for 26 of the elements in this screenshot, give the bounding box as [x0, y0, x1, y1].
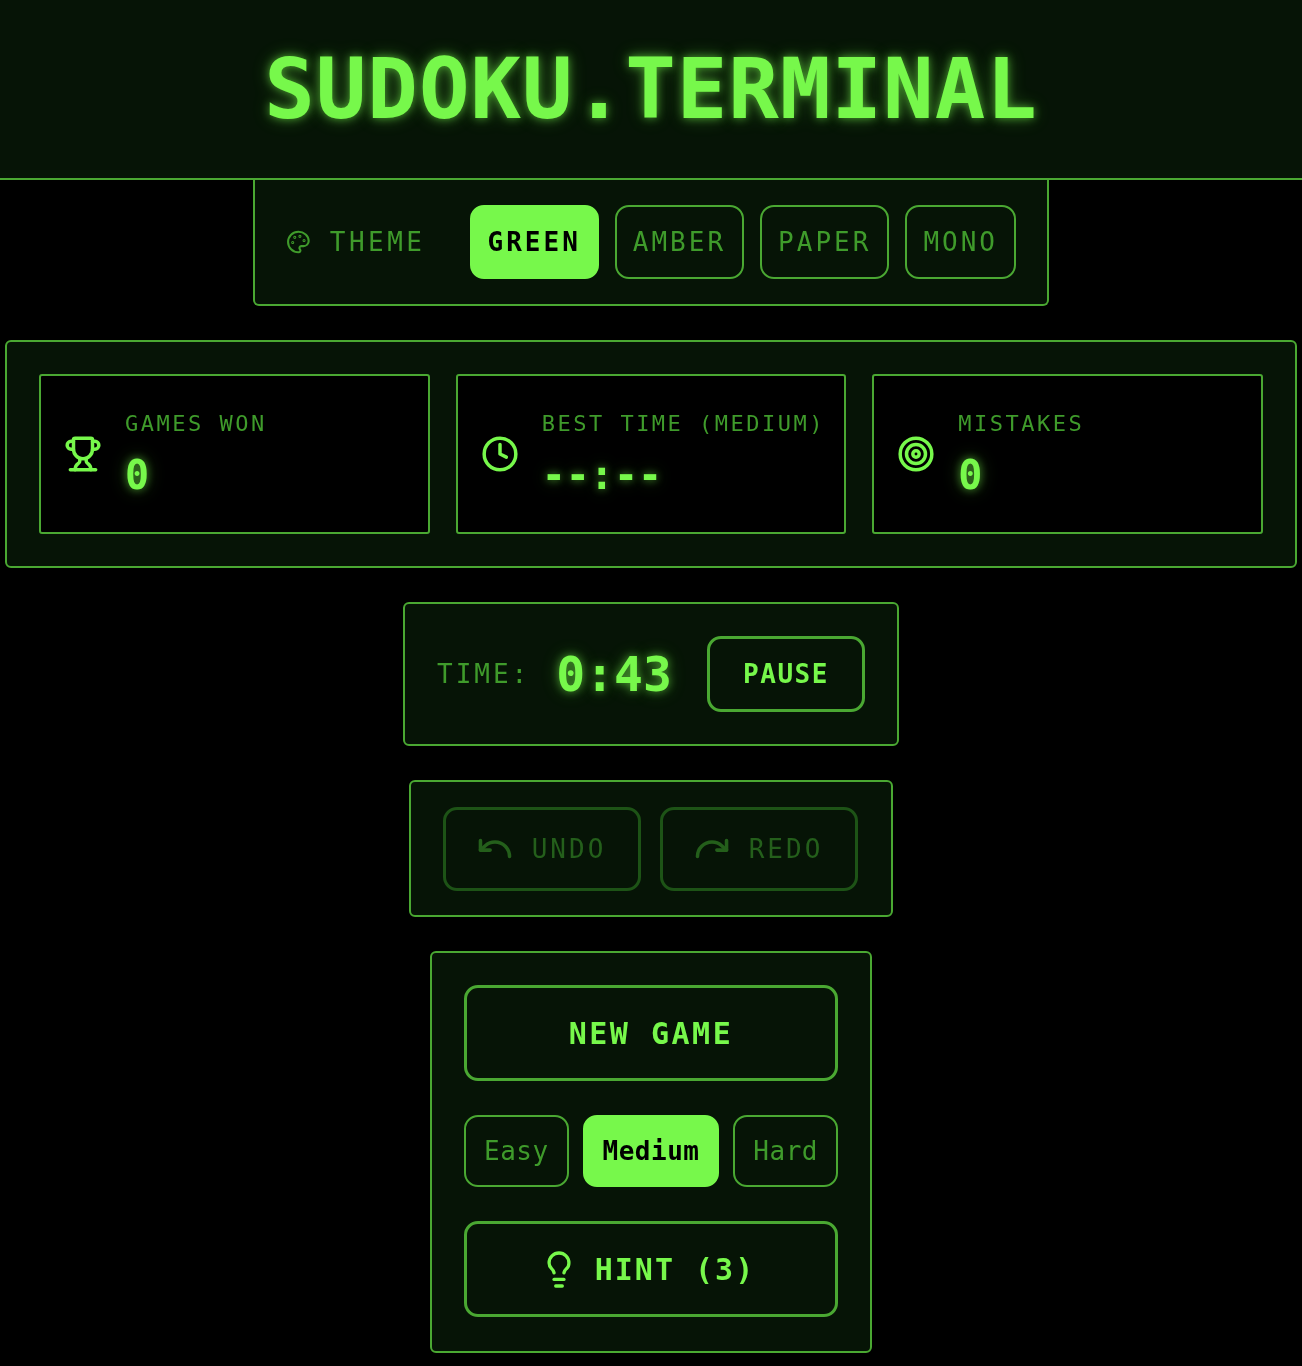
- stat-label: MISTAKES: [958, 411, 1085, 437]
- stat-value: 0: [958, 453, 984, 497]
- trophy-icon: [64, 435, 102, 473]
- undo-icon: [477, 838, 512, 859]
- theme-button[interactable]: AMBER: [614, 205, 745, 279]
- timer-value: 0:43: [556, 646, 672, 702]
- hint-button[interactable]: HINT (3): [464, 1221, 838, 1317]
- stat-label: BEST TIME (MEDIUM): [541, 411, 826, 437]
- theme-button[interactable]: MONO: [905, 205, 1016, 279]
- timer-label: TIME:: [437, 659, 531, 689]
- theme-button[interactable]: PAPER: [760, 205, 890, 279]
- theme-button[interactable]: GREEN: [469, 205, 599, 279]
- stat-value: --:--: [541, 453, 664, 497]
- theme-label: THEME: [329, 227, 426, 257]
- difficulty-button[interactable]: Medium: [582, 1115, 720, 1187]
- new-game-button[interactable]: NEW GAME: [464, 985, 838, 1081]
- target-icon: [897, 435, 936, 473]
- lightbulb-icon: [546, 1250, 571, 1288]
- stat-label: GAMES WON: [125, 411, 267, 437]
- clock-icon: [480, 435, 519, 473]
- app-title: SUDOKU.TERMINAL: [264, 47, 1038, 131]
- redo-icon: [694, 838, 729, 859]
- difficulty-button[interactable]: Hard: [733, 1115, 838, 1187]
- pause-button[interactable]: PAUSE: [707, 636, 865, 712]
- difficulty-button[interactable]: Easy: [464, 1115, 569, 1187]
- stat-value: 0: [125, 453, 151, 497]
